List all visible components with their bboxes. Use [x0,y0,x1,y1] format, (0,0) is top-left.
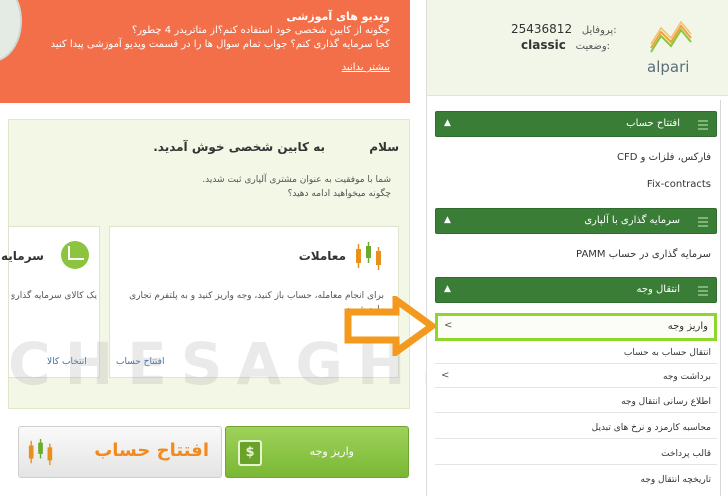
sidebar-item-label: تاریخچه انتقال وجه [640,475,711,485]
trading-card-title: معاملات [298,249,346,263]
sidebar-item-label: برداشت وجه [663,372,711,382]
banner-line-2: کجا سرمایه گذاری کنم؟ جواب تمام سوال ها … [50,39,390,50]
globe-graphic [0,0,22,62]
collapse-arrow-icon: ▲ [444,284,451,294]
alpari-logo-text: alpari [647,58,690,76]
alpari-logo-icon [650,20,692,53]
investment-card-description: یک کالای سرمایه گذاری انتخاب کنید و واری… [11,291,97,301]
open-account-button-label: افتتاح حساب [94,440,209,461]
deposit-button-label: واریز وجه [309,445,354,458]
sidebar-divider [720,100,721,496]
sidebar: 25436812 پروفایل: classic وضعیت: alpari … [426,0,728,496]
sidebar-item-label: واریز وجه [667,321,708,332]
sidebar-item-notify-transfer[interactable]: اطلاع رسانی انتقال وجه [435,391,717,413]
sidebar-item-label: فارکس، فلزات و CFD [617,152,711,163]
sidebar-item-withdraw[interactable]: < برداشت وجه [435,366,717,388]
sidebar-item-fee-calculator[interactable]: محاسبه کارمزد و نرخ های تبدیل [435,417,717,439]
learn-more-link[interactable]: بیشتر بدانید [342,61,390,75]
section-invest-label: سرمایه گذاری با آلپاری [584,215,680,226]
sidebar-item-fix-contracts[interactable]: Fix-contracts [435,174,717,196]
banner-title: ویدیو های آموزشی [286,10,390,23]
status-row: classic وضعیت: [521,38,610,52]
candlestick-chart-icon [28,438,53,466]
welcome-title: به کابین شخصی خوش آمدید. [153,140,325,154]
investment-card[interactable]: سرمایه یک کالای سرمایه گذاری انتخاب کنید… [1,226,100,378]
drag-handle-icon[interactable] [698,217,708,227]
collapse-arrow-icon: ▲ [444,215,451,225]
money-icon: $ [238,440,262,466]
chevron-left-icon: < [444,320,453,331]
status-label: وضعیت: [575,41,611,52]
choose-product-link[interactable]: انتخاب کالا [47,357,87,367]
welcome-hello: سلام [369,140,399,154]
section-open-account[interactable]: ▲ افتتاح حساب [435,111,717,137]
investment-card-title: سرمایه [1,249,44,263]
profile-label: پروفایل: [581,25,617,36]
section-transfer[interactable]: ▲ انتقال وجه [435,277,717,303]
open-account-link[interactable]: افتتاح حساب [116,357,164,367]
video-tutorials-banner: ویدیو های آموزشی چگونه از کابین شخصی خود… [0,0,410,103]
candlestick-chart-icon [356,242,381,270]
sidebar-item-label: قالب پرداخت [661,449,711,459]
banner-line-1: چگونه از کابین شخصی خود استفاده کنم؟از م… [131,25,390,36]
profile-box: 25436812 پروفایل: classic وضعیت: alpari [427,0,728,96]
status-value: classic [521,38,566,52]
welcome-subtitle: شما با موفقیت به عنوان مشتری آلپاری ثبت … [202,175,391,185]
section-invest[interactable]: ▲ سرمایه گذاری با آلپاری [435,208,717,234]
sidebar-item-deposit[interactable]: < واریز وجه [435,313,717,341]
sidebar-item-transfer-history[interactable]: تاریخچه انتقال وجه [435,469,717,491]
sidebar-item-forex[interactable]: فارکس، فلزات و CFD [435,147,717,169]
sidebar-item-label: Fix-contracts [646,179,711,190]
welcome-panel: سلام به کابین شخصی خوش آمدید. شما با موف… [1,119,410,409]
sidebar-item-label: سرمایه گذاری در حساب PAMM [576,249,711,260]
sidebar-item-label: انتقال حساب به حساب [623,348,711,358]
welcome-question: چگونه میخواهید ادامه دهید؟ [287,189,391,199]
pie-chart-icon [61,241,89,269]
sidebar-item-label: اطلاع رسانی انتقال وجه [621,397,711,407]
deposit-button[interactable]: $ واریز وجه [225,426,409,478]
open-account-button[interactable]: افتتاح حساب [18,426,222,478]
collapse-arrow-icon: ▲ [444,118,451,128]
drag-handle-icon[interactable] [698,286,708,296]
sidebar-item-payment-template[interactable]: قالب پرداخت [435,443,717,465]
sidebar-item-pamm[interactable]: سرمایه گذاری در حساب PAMM [435,244,717,266]
profile-number: 25436812 [511,22,573,36]
drag-handle-icon[interactable] [698,120,708,130]
chevron-left-icon: < [441,370,450,381]
sidebar-item-internal-transfer[interactable]: انتقال حساب به حساب [435,342,717,364]
sidebar-item-label: محاسبه کارمزد و نرخ های تبدیل [591,423,711,433]
orange-arrow-icon [344,296,436,356]
profile-row: 25436812 پروفایل: [511,22,617,36]
section-open-account-label: افتتاح حساب [626,118,680,129]
section-transfer-label: انتقال وجه [636,284,680,295]
alpari-logo[interactable]: alpari [645,18,701,78]
